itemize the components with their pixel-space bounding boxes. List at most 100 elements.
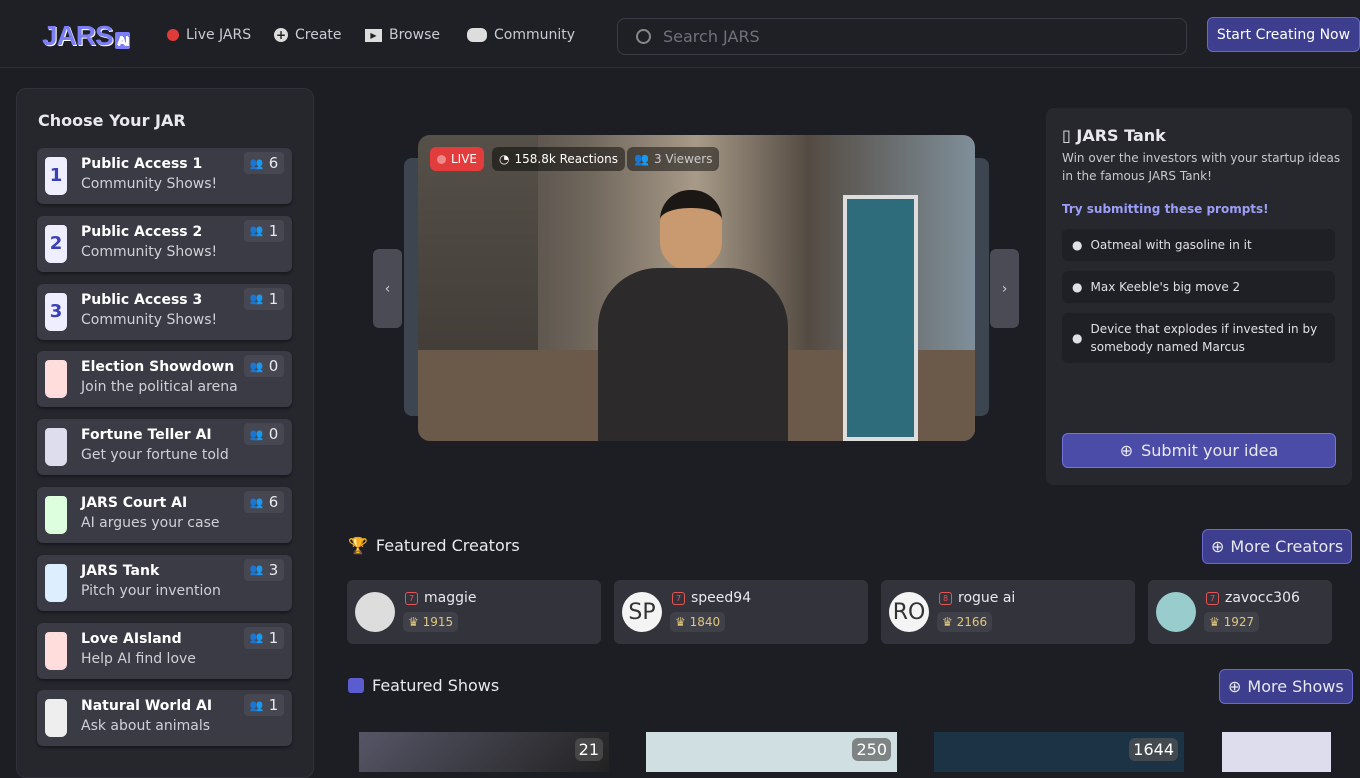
show-view-count: 250: [852, 738, 891, 761]
jar-item[interactable]: Fortune Teller AI Get your fortune told …: [37, 419, 292, 476]
sidebar-title: Choose Your JAR: [38, 111, 186, 130]
more-label: More Creators: [1230, 537, 1344, 556]
creator-card[interactable]: RO 8 rogue ai ♛ 2166: [881, 580, 1135, 644]
jar-title: JARS Court AI: [81, 495, 188, 511]
show-thumbnail[interactable]: 21: [359, 732, 609, 772]
users-icon: 👥: [249, 563, 264, 577]
creator-score: ♛ 2166: [937, 612, 993, 632]
submit-label: Submit your idea: [1141, 441, 1279, 460]
jar-item[interactable]: Love AIsland Help AI find love 👥 1: [37, 622, 292, 679]
search-input[interactable]: Search JARS: [617, 18, 1187, 55]
jar-title: JARS Tank: [81, 562, 160, 579]
users-icon: 👥: [249, 359, 264, 373]
users-icon: 👥: [634, 152, 649, 166]
level-badge-icon: 8: [939, 591, 952, 605]
avatar: [355, 592, 395, 632]
creator-card[interactable]: 7 maggie ♛ 1915: [347, 580, 601, 644]
live-video-player[interactable]: [418, 135, 975, 441]
jar-title: Public Access 2: [81, 223, 203, 240]
more-creators-button[interactable]: ⊕ More Creators: [1202, 529, 1353, 564]
prompt-suggestion[interactable]: ● Max Keeble's big move 2: [1062, 271, 1335, 303]
creator-score: ♛ 1840: [670, 612, 726, 632]
users-icon: 👥: [249, 495, 264, 509]
live-label: LIVE: [451, 152, 478, 166]
viewer-count: 👥 0: [244, 355, 284, 378]
live-dot-icon: [167, 29, 179, 41]
jar-subtitle: AI argues your case: [81, 515, 220, 531]
viewer-count: 👥 1: [244, 694, 284, 717]
nav-live-jars[interactable]: Live JARS: [167, 27, 251, 43]
score-value: 1927: [1223, 615, 1255, 629]
start-creating-button[interactable]: Start Creating Now: [1207, 17, 1360, 52]
carousel-prev-button[interactable]: ‹: [373, 249, 402, 328]
count-value: 6: [268, 154, 279, 172]
jar-title: Public Access 1: [81, 156, 203, 172]
carousel-next-button[interactable]: ›: [990, 249, 1019, 328]
nav-browse[interactable]: ▶ Browse: [365, 27, 440, 43]
count-value: 1: [268, 628, 279, 647]
prompts-label: Try submitting these prompts!: [1062, 202, 1269, 216]
prompt-suggestion[interactable]: ● Oatmeal with gasoline in it: [1062, 229, 1335, 261]
users-icon: 👥: [249, 631, 264, 645]
users-icon: 👥: [249, 427, 264, 441]
show-thumbnail[interactable]: 250: [646, 732, 897, 772]
jar-item[interactable]: JARS Court AI AI argues your case 👥 6: [37, 487, 292, 543]
jar-subtitle: Get your fortune told: [81, 447, 229, 464]
search-placeholder: Search JARS: [663, 27, 760, 46]
lightbulb-icon: ●: [1072, 238, 1083, 252]
jar-item[interactable]: Natural World AI Ask about animals 👥 1: [37, 690, 292, 747]
show-thumbnail[interactable]: [1222, 732, 1331, 772]
jar-subtitle: Join the political arena: [81, 379, 238, 396]
jar-icon: 3: [45, 292, 67, 331]
crown-icon: ♛: [942, 615, 953, 629]
more-shows-button[interactable]: ⊕ More Shows: [1219, 669, 1353, 704]
jar-item[interactable]: Election Showdown Join the political are…: [37, 351, 292, 408]
prompt-suggestion[interactable]: ● Device that explodes if invested in by …: [1062, 313, 1335, 363]
jar-subtitle: Ask about animals: [81, 718, 211, 735]
viewer-count: 👥 6: [244, 152, 284, 174]
panel-title: ▯ JARS Tank: [1062, 126, 1166, 145]
panel-description: Win over the investors with your startup…: [1062, 151, 1341, 183]
jar-icon: [45, 496, 67, 534]
more-label: More Shows: [1247, 677, 1344, 696]
show-thumbnail[interactable]: 1644: [934, 732, 1184, 772]
jar-icon: [45, 428, 67, 467]
creator-card[interactable]: SP 7 speed94 ♛ 1840: [614, 580, 868, 644]
creator-card[interactable]: 7 zavocc306 ♛ 1927: [1148, 580, 1332, 644]
nav-create[interactable]: + Create: [274, 27, 342, 43]
plus-circle-icon: +: [274, 28, 288, 42]
count-value: 1: [268, 221, 279, 240]
creator-score: ♛ 1915: [403, 612, 459, 632]
viewer-count: 👥 1: [244, 626, 284, 649]
logo[interactable]: JARS AI: [42, 20, 130, 52]
jar-title: Natural World AI: [81, 698, 213, 715]
live-badge: LIVE: [430, 147, 485, 171]
section-title: Featured Creators: [375, 536, 520, 555]
nav-label: Live JARS: [186, 27, 252, 43]
nav-label: Create: [295, 27, 342, 43]
reaction-icon: ◔: [499, 152, 510, 166]
jar-icon: [45, 360, 67, 399]
nav-community[interactable]: Community: [467, 27, 575, 43]
ai-host-avatar: [598, 190, 788, 441]
panel-title-text: JARS Tank: [1076, 126, 1166, 145]
jar-item[interactable]: 1 Public Access 1 Community Shows! 👥 6: [37, 148, 292, 204]
live-dot-icon: [437, 154, 446, 164]
prompt-text: Device that explodes if invested in by s…: [1090, 322, 1318, 354]
plus-circle-icon: ⊕: [1228, 677, 1242, 696]
submit-idea-button[interactable]: ⊕ Submit your idea: [1062, 433, 1336, 468]
jar-subtitle: Help AI find love: [81, 650, 196, 667]
jar-item[interactable]: 2 Public Access 2 Community Shows! 👥 1: [37, 215, 292, 272]
users-icon: 👥: [249, 698, 264, 712]
jar-icon: [45, 699, 67, 738]
jar-title: Love AIsland: [81, 630, 182, 647]
crown-icon: ♛: [408, 615, 419, 629]
crown-icon: ♛: [1209, 615, 1220, 629]
featured-creators-heading: 🏆 Featured Creators: [348, 536, 520, 555]
viewer-count: 👥 6: [244, 491, 284, 513]
reactions-badge: ◔ 158.8k Reactions: [492, 147, 625, 171]
jar-item[interactable]: 3 Public Access 3 Community Shows! 👥 1: [37, 283, 292, 340]
show-view-count: 21: [574, 738, 603, 761]
jar-item[interactable]: JARS Tank Pitch your invention 👥 3: [37, 554, 292, 611]
jar-subtitle: Pitch your invention: [81, 582, 221, 599]
